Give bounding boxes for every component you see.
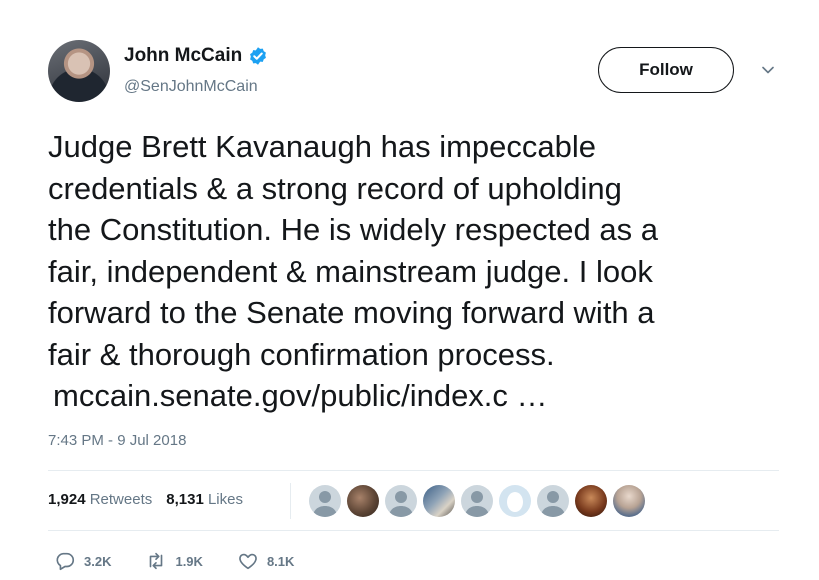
divider — [48, 470, 779, 471]
retweet-count: 1.9K — [175, 553, 203, 569]
liker-avatar-default[interactable] — [385, 485, 417, 517]
author-avatar[interactable] — [48, 40, 110, 102]
liker-avatar-photo[interactable] — [613, 485, 645, 517]
retweets-count: 1,924 — [48, 491, 86, 508]
liker-avatar-photo[interactable] — [347, 485, 379, 517]
likes-stat[interactable]: 8,131 Likes — [166, 491, 243, 508]
author-handle[interactable]: @SenJohnMcCain — [124, 78, 258, 96]
tweet-body: Judge Brett Kavanaugh has impeccable cre… — [48, 129, 658, 372]
tweet-text: Judge Brett Kavanaugh has impeccable cre… — [48, 126, 788, 417]
follow-button[interactable]: Follow — [598, 47, 734, 93]
retweets-label: Retweets — [89, 491, 153, 508]
tweet-link[interactable]: mccain.senate.gov/public/index.c … — [48, 375, 788, 417]
likes-label: Likes — [207, 491, 243, 508]
liker-avatar-egg[interactable] — [499, 485, 531, 517]
stats-separator — [290, 483, 291, 519]
author-name-row: John McCain — [124, 45, 268, 67]
retweets-stat[interactable]: 1,924 Retweets — [48, 491, 152, 508]
liker-avatar-photo[interactable] — [423, 485, 455, 517]
like-action[interactable]: 8.1K — [237, 550, 294, 572]
verified-badge-icon — [250, 47, 267, 65]
author-name[interactable]: John McCain — [124, 45, 242, 67]
tweet-timestamp[interactable]: 7:43 PM - 9 Jul 2018 — [48, 432, 186, 449]
reply-action[interactable]: 3.2K — [54, 550, 111, 572]
like-count: 8.1K — [266, 553, 295, 569]
retweet-icon — [150, 552, 163, 570]
likers-avatars — [309, 485, 645, 517]
chevron-down-icon[interactable] — [760, 62, 776, 78]
liker-avatar-default[interactable] — [537, 485, 569, 517]
retweet-action[interactable]: 1.9K — [145, 550, 203, 572]
heart-icon — [239, 553, 257, 570]
liker-avatar-photo[interactable] — [575, 485, 607, 517]
tweet-actions: 3.2K 1.9K 8.1K — [54, 550, 328, 572]
reply-count: 3.2K — [84, 553, 112, 569]
reply-icon — [56, 552, 75, 571]
liker-avatar-default[interactable] — [461, 485, 493, 517]
divider — [48, 530, 779, 531]
tweet-stats: 1,924 Retweets 8,131 Likes — [48, 491, 243, 508]
likes-count: 8,131 — [166, 491, 204, 508]
liker-avatar-default[interactable] — [309, 485, 341, 517]
